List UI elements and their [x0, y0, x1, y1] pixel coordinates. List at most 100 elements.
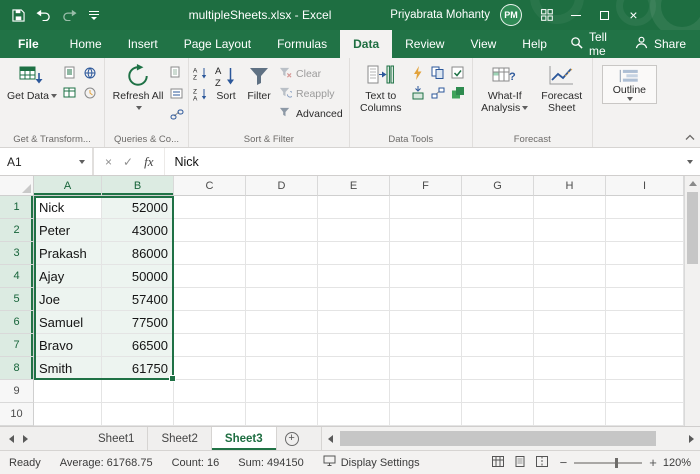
select-all-button[interactable] [0, 176, 34, 196]
cell-E5[interactable] [318, 288, 390, 311]
formula-input[interactable]: Nick [164, 148, 678, 175]
cell-D5[interactable] [246, 288, 318, 311]
cell-B9[interactable] [102, 380, 174, 403]
zoom-out-icon[interactable]: − [560, 456, 568, 469]
close-button[interactable]: × [619, 0, 648, 30]
cell-A8[interactable]: Smith [34, 357, 102, 380]
previous-sheet-icon[interactable] [9, 434, 14, 443]
recent-sources-icon[interactable] [83, 86, 100, 103]
new-sheet-button[interactable]: + [277, 427, 307, 450]
insert-function-icon[interactable]: fx [144, 154, 153, 170]
collapse-ribbon-icon[interactable] [685, 132, 695, 144]
edit-links-icon[interactable] [170, 108, 184, 125]
share-button[interactable]: Share [621, 30, 700, 58]
row-header-8[interactable]: 8 [0, 357, 34, 380]
cell-H2[interactable] [534, 219, 606, 242]
cell-E7[interactable] [318, 334, 390, 357]
page-layout-view-icon[interactable] [514, 455, 526, 470]
column-header-I[interactable]: I [606, 176, 684, 196]
cell-G3[interactable] [462, 242, 534, 265]
redo-icon[interactable] [62, 9, 77, 21]
cell-A7[interactable]: Bravo [34, 334, 102, 357]
horizontal-scrollbar-thumb[interactable] [339, 431, 656, 446]
cell-G1[interactable] [462, 196, 534, 219]
tab-insert[interactable]: Insert [115, 30, 171, 58]
row-header-2[interactable]: 2 [0, 219, 34, 242]
cell-C3[interactable] [174, 242, 246, 265]
cell-D7[interactable] [246, 334, 318, 357]
relationships-icon[interactable] [431, 86, 448, 103]
cell-D1[interactable] [246, 196, 318, 219]
cell-D2[interactable] [246, 219, 318, 242]
cell-E10[interactable] [318, 403, 390, 426]
cell-I1[interactable] [606, 196, 684, 219]
what-if-analysis-button[interactable]: ? What-If Analysis [477, 61, 533, 115]
cell-H7[interactable] [534, 334, 606, 357]
sort-ascending-icon[interactable]: AZ [193, 66, 208, 83]
customize-toolbar-icon[interactable] [88, 9, 100, 21]
cell-E9[interactable] [318, 380, 390, 403]
maximize-button[interactable] [590, 0, 619, 30]
cell-D10[interactable] [246, 403, 318, 426]
text-to-columns-button[interactable]: Text to Columns [354, 61, 408, 115]
tab-formulas[interactable]: Formulas [264, 30, 340, 58]
tab-home[interactable]: Home [57, 30, 115, 58]
scroll-right-icon[interactable] [689, 434, 694, 443]
cell-B4[interactable]: 50000 [102, 265, 174, 288]
cell-I2[interactable] [606, 219, 684, 242]
vertical-scrollbar-thumb[interactable] [687, 192, 698, 264]
cell-G8[interactable] [462, 357, 534, 380]
cell-C6[interactable] [174, 311, 246, 334]
row-header-3[interactable]: 3 [0, 242, 34, 265]
cell-D3[interactable] [246, 242, 318, 265]
tab-view[interactable]: View [457, 30, 509, 58]
tell-me[interactable]: Tell me [560, 30, 621, 58]
cell-C4[interactable] [174, 265, 246, 288]
cell-E4[interactable] [318, 265, 390, 288]
cell-C7[interactable] [174, 334, 246, 357]
from-text-csv-icon[interactable] [63, 66, 80, 83]
refresh-all-button[interactable]: Refresh All [109, 61, 167, 115]
tab-file[interactable]: File [0, 30, 57, 58]
save-icon[interactable] [12, 8, 25, 22]
cell-A6[interactable]: Samuel [34, 311, 102, 334]
normal-view-icon[interactable] [491, 455, 504, 470]
cell-F10[interactable] [390, 403, 462, 426]
cell-B3[interactable]: 86000 [102, 242, 174, 265]
cell-E8[interactable] [318, 357, 390, 380]
cell-D4[interactable] [246, 265, 318, 288]
remove-duplicates-icon[interactable] [431, 66, 448, 83]
row-header-9[interactable]: 9 [0, 380, 34, 403]
page-break-view-icon[interactable] [535, 455, 548, 470]
cell-B5[interactable]: 57400 [102, 288, 174, 311]
row-header-6[interactable]: 6 [0, 311, 34, 334]
row-header-7[interactable]: 7 [0, 334, 34, 357]
cancel-entry-icon[interactable]: × [105, 155, 112, 169]
row-header-10[interactable]: 10 [0, 403, 34, 426]
cell-C8[interactable] [174, 357, 246, 380]
zoom-percent[interactable]: 120% [663, 457, 691, 469]
cell-F6[interactable] [390, 311, 462, 334]
cell-H5[interactable] [534, 288, 606, 311]
sort-button[interactable]: AZ Sort [211, 61, 241, 103]
cell-B1[interactable]: 52000 [102, 196, 174, 219]
row-header-1[interactable]: 1 [0, 196, 34, 219]
cell-I10[interactable] [606, 403, 684, 426]
sheet-tab-sheet3[interactable]: Sheet3 [211, 427, 277, 450]
reapply-button[interactable]: Reapply [277, 85, 345, 103]
data-model-icon[interactable] [451, 86, 468, 103]
name-box[interactable]: A1 [0, 148, 94, 175]
cell-D8[interactable] [246, 357, 318, 380]
undo-icon[interactable] [36, 9, 51, 21]
cell-A1[interactable]: Nick [34, 196, 102, 219]
column-header-H[interactable]: H [534, 176, 606, 196]
column-header-F[interactable]: F [390, 176, 462, 196]
from-table-icon[interactable] [63, 86, 80, 103]
row-header-4[interactable]: 4 [0, 265, 34, 288]
cell-H4[interactable] [534, 265, 606, 288]
column-header-G[interactable]: G [462, 176, 534, 196]
cell-A5[interactable]: Joe [34, 288, 102, 311]
cell-G5[interactable] [462, 288, 534, 311]
cell-I8[interactable] [606, 357, 684, 380]
vertical-scrollbar[interactable] [684, 176, 700, 426]
